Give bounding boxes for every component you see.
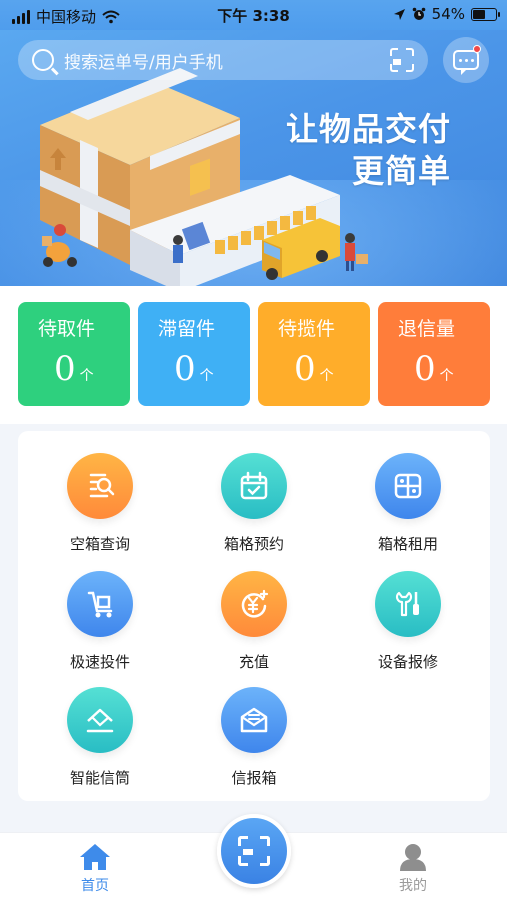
slogan-line-1: 让物品交付 bbox=[285, 110, 451, 148]
tab-me-label: 我的 bbox=[399, 878, 427, 894]
unread-dot bbox=[473, 45, 481, 53]
envelope-icon bbox=[221, 687, 287, 753]
func-label: 极速投件 bbox=[69, 653, 130, 671]
func-empty-box-query[interactable]: 空箱查询 bbox=[30, 453, 170, 554]
tab-home[interactable]: 首页 bbox=[55, 843, 135, 895]
stat-value: 0个 bbox=[54, 349, 94, 389]
mailbox-slot-icon bbox=[67, 687, 133, 753]
scan-button[interactable] bbox=[217, 814, 291, 888]
search-icon bbox=[32, 49, 54, 71]
message-button[interactable] bbox=[443, 37, 489, 83]
func-label: 设备报修 bbox=[377, 653, 438, 671]
banner-slogan: 让物品交付 更简单 bbox=[286, 108, 451, 192]
status-bar: 中国移动 下午 3:38 54% bbox=[0, 0, 507, 30]
stat-value: 0个 bbox=[414, 349, 454, 389]
hand-truck-icon bbox=[67, 571, 133, 637]
func-label: 箱格预约 bbox=[223, 535, 284, 553]
stat-value: 0个 bbox=[174, 349, 214, 389]
stat-card-returned[interactable]: 退信量 0个 bbox=[378, 302, 490, 406]
func-locker-rental[interactable]: 箱格租用 bbox=[338, 453, 478, 554]
stat-value: 0个 bbox=[294, 349, 334, 389]
alarm-icon bbox=[412, 7, 425, 20]
tab-home-label: 首页 bbox=[81, 878, 109, 894]
func-label: 信报箱 bbox=[231, 769, 277, 787]
stat-card-pending-collect[interactable]: 待揽件 0个 bbox=[258, 302, 370, 406]
func-locker-booking[interactable]: 箱格预约 bbox=[184, 453, 324, 554]
slogan-line-2: 更简单 bbox=[351, 152, 451, 190]
message-icon bbox=[453, 50, 479, 75]
function-grid: 空箱查询 箱格预约 箱格租用 极速投件 充值 设备报修 智能信筒 信报箱 bbox=[18, 431, 490, 801]
user-icon bbox=[400, 844, 426, 871]
scan-icon bbox=[238, 836, 270, 866]
func-smart-mailbox[interactable]: 智能信筒 bbox=[30, 687, 170, 788]
func-express-delivery[interactable]: 极速投件 bbox=[30, 571, 170, 672]
home-icon bbox=[80, 844, 110, 870]
stat-label: 待取件 bbox=[38, 318, 96, 340]
func-label: 智能信筒 bbox=[69, 769, 130, 787]
stat-label: 待揽件 bbox=[278, 318, 336, 340]
box-search-icon bbox=[67, 453, 133, 519]
status-right: 54% bbox=[393, 5, 500, 23]
func-label: 空箱查询 bbox=[69, 535, 130, 553]
wrench-screwdriver-icon bbox=[375, 571, 441, 637]
stat-label: 滞留件 bbox=[158, 318, 216, 340]
search-bar[interactable]: 搜索运单号/用户手机 bbox=[18, 40, 428, 80]
stat-card-pending-pickup[interactable]: 待取件 0个 bbox=[18, 302, 130, 406]
func-label: 充值 bbox=[238, 653, 269, 671]
func-device-repair[interactable]: 设备报修 bbox=[338, 571, 478, 672]
yuan-coin-icon bbox=[221, 571, 287, 637]
battery-percent: 54% bbox=[431, 5, 465, 23]
stats-section: 待取件 0个 滞留件 0个 待揽件 0个 退信量 0个 bbox=[0, 286, 507, 424]
location-arrow-icon bbox=[393, 8, 405, 20]
tab-me[interactable]: 我的 bbox=[373, 843, 453, 895]
stat-label: 退信量 bbox=[398, 318, 456, 340]
search-input[interactable]: 搜索运单号/用户手机 bbox=[64, 48, 390, 73]
locker-grid-icon bbox=[375, 453, 441, 519]
scan-icon[interactable] bbox=[390, 48, 414, 72]
func-recharge[interactable]: 充值 bbox=[184, 571, 324, 672]
func-label: 箱格租用 bbox=[377, 535, 438, 553]
stat-card-stranded[interactable]: 滞留件 0个 bbox=[138, 302, 250, 406]
func-letter-box[interactable]: 信报箱 bbox=[184, 687, 324, 788]
hero-banner[interactable]: 搜索运单号/用户手机 让物品交付 更简单 bbox=[0, 30, 507, 286]
calendar-check-icon bbox=[221, 453, 287, 519]
battery-icon bbox=[471, 7, 500, 21]
